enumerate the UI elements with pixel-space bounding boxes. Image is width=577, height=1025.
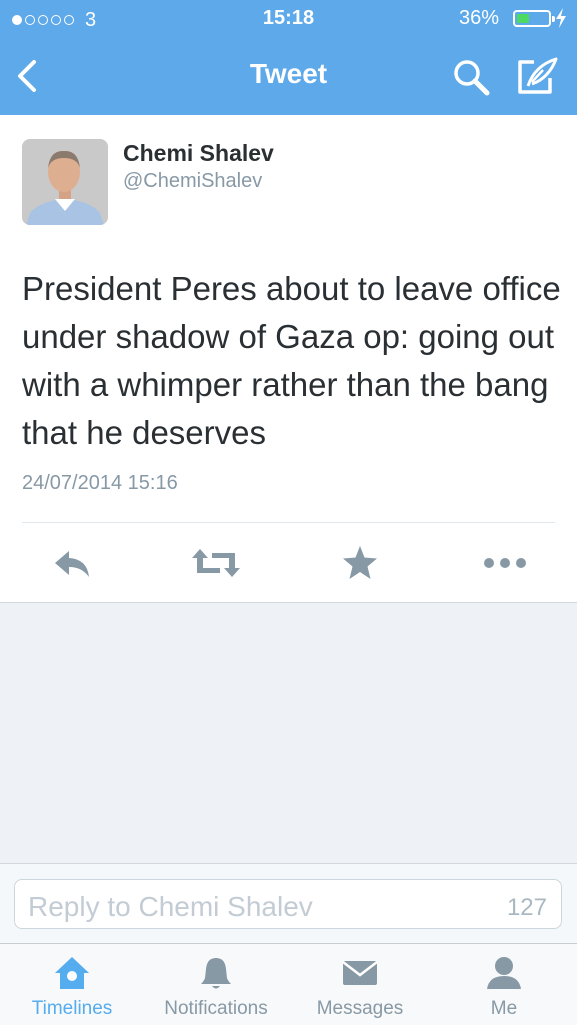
reply-placeholder: Reply to Chemi Shalev	[28, 891, 313, 922]
favorite-star-icon[interactable]	[341, 543, 379, 583]
tab-label: Me	[490, 998, 518, 1019]
tab-me[interactable]: Me	[432, 944, 576, 1025]
tab-label: Messages	[316, 998, 404, 1019]
avatar[interactable]	[22, 139, 108, 225]
reply-icon[interactable]	[50, 543, 94, 583]
retweet-icon[interactable]	[190, 543, 242, 583]
bell-icon	[201, 958, 231, 989]
tab-timelines[interactable]: Timelines	[0, 944, 144, 1025]
more-options-icon[interactable]	[482, 543, 528, 583]
reply-bar: Reply to Chemi Shalev 127	[0, 863, 577, 944]
page-title: Tweet	[249, 58, 328, 89]
home-icon	[55, 957, 89, 989]
tweet-detail: Chemi Shalev @ChemiShalev President Pere…	[0, 115, 577, 603]
tab-bar: Timelines Notifications Messages Me	[0, 943, 577, 1025]
charging-icon	[556, 8, 566, 28]
battery-icon	[513, 10, 555, 27]
tab-label: Timelines	[31, 998, 113, 1019]
tweet-timestamp: 24/07/2014 15:16	[22, 472, 178, 494]
divider	[22, 522, 555, 523]
compose-tweet-icon[interactable]	[516, 56, 558, 96]
status-bar: 3 15:18 36%	[0, 0, 577, 38]
battery-percent: 36%	[458, 7, 499, 29]
author-handle[interactable]: @ChemiShalev	[123, 170, 262, 193]
envelope-icon	[342, 961, 378, 985]
author-name[interactable]: Chemi Shalev	[123, 140, 274, 167]
search-icon[interactable]	[452, 58, 490, 96]
tweet-text: President Peres about to leave office un…	[22, 270, 561, 451]
character-count: 127	[506, 894, 547, 921]
tab-messages[interactable]: Messages	[288, 944, 432, 1025]
header: 3 15:18 36% Tweet	[0, 0, 577, 115]
reply-input[interactable]: Reply to Chemi Shalev 127	[14, 879, 562, 929]
tab-notifications[interactable]: Notifications	[144, 944, 288, 1025]
tab-label: Notifications	[164, 998, 268, 1019]
person-icon	[487, 957, 521, 989]
avatar-photo	[22, 139, 108, 225]
